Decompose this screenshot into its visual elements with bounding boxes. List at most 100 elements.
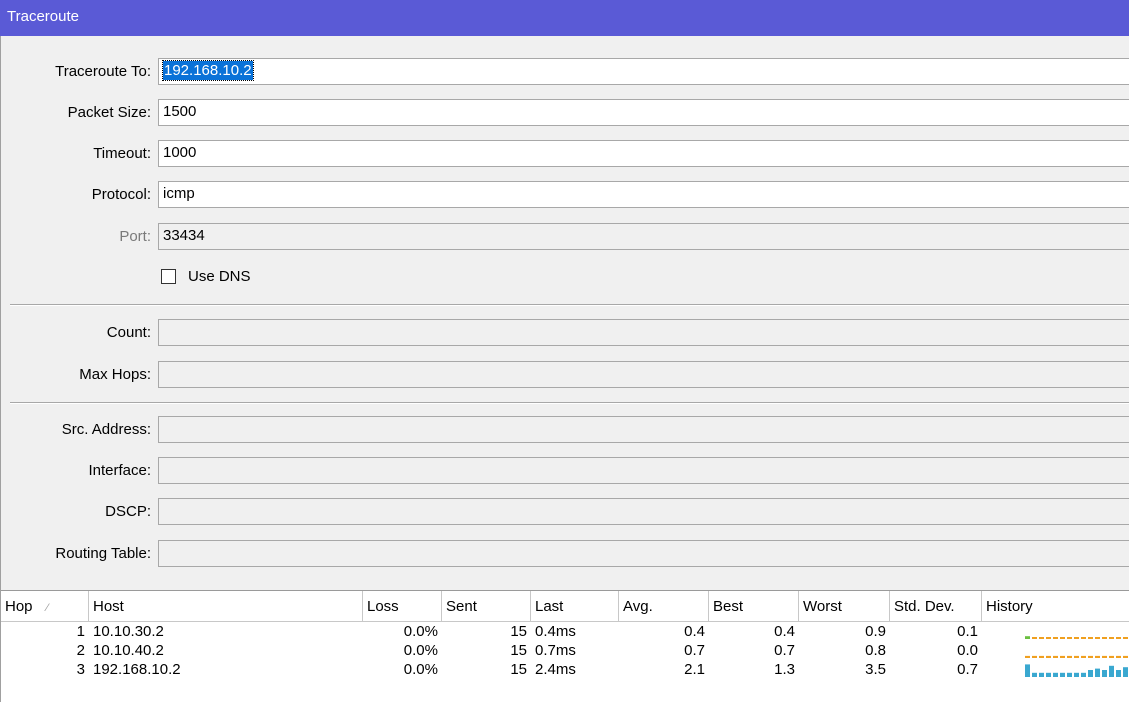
cell-hop: 2 <box>76 642 85 659</box>
dscp-input[interactable] <box>158 498 1129 525</box>
history-bar <box>1109 637 1114 639</box>
column-header-history[interactable]: History <box>982 591 1129 621</box>
window-title: Traceroute <box>7 8 79 25</box>
separator <box>10 402 1129 404</box>
history-bar <box>1032 672 1037 677</box>
table-header: Hop ⁄ Host Loss Sent Last Avg. Best Worst… <box>1 591 1129 622</box>
dscp-label: DSCP: <box>105 503 151 520</box>
cell-host: 10.10.40.2 <box>93 642 164 659</box>
history-bar <box>1123 637 1128 639</box>
cell-avg: 2.1 <box>684 661 705 678</box>
interface-input[interactable] <box>158 457 1129 484</box>
column-header-hop[interactable]: Hop ⁄ <box>1 591 89 621</box>
cell-worst: 0.9 <box>865 623 886 640</box>
port-input: 33434 <box>158 223 1129 250</box>
history-bar <box>1116 655 1121 658</box>
count-input[interactable] <box>158 319 1129 346</box>
history-bar <box>1053 672 1058 677</box>
history-sparkline <box>1025 636 1128 639</box>
use-dns-checkbox[interactable] <box>161 269 176 284</box>
column-header-best[interactable]: Best <box>709 591 799 621</box>
src-address-row: Src. Address: <box>1 416 1129 446</box>
history-bar <box>1053 637 1058 639</box>
history-bar <box>1088 655 1093 658</box>
history-bar <box>1060 637 1065 639</box>
traceroute-to-label: Traceroute To: <box>55 63 151 80</box>
cell-avg: 0.4 <box>684 623 705 640</box>
traceroute-to-input[interactable]: 192.168.10.2 <box>158 58 1129 85</box>
column-header-std-dev[interactable]: Std. Dev. <box>890 591 982 621</box>
packet-size-label: Packet Size: <box>67 104 151 121</box>
history-bar <box>1025 664 1030 677</box>
history-sparkline <box>1025 655 1128 658</box>
cell-std: 0.0 <box>957 642 978 659</box>
use-dns-label[interactable]: Use DNS <box>188 268 251 285</box>
traceroute-to-value: 192.168.10.2 <box>162 60 254 81</box>
protocol-label: Protocol: <box>91 186 151 203</box>
max-hops-label: Max Hops: <box>79 366 151 383</box>
history-bar <box>1067 637 1072 639</box>
history-bar <box>1102 670 1107 677</box>
packet-size-input[interactable]: 1500 <box>158 99 1129 126</box>
history-bar <box>1060 655 1065 658</box>
history-bar <box>1102 637 1107 639</box>
history-bar <box>1081 637 1086 639</box>
cell-sent: 15 <box>510 661 527 678</box>
history-bar <box>1074 637 1079 639</box>
table-row[interactable]: 1 10.10.30.2 0.0% 15 0.4ms 0.4 0.4 0.9 0.1 <box>1 622 1129 641</box>
history-bar <box>1109 665 1114 677</box>
cell-last: 2.4ms <box>535 661 576 678</box>
src-address-label: Src. Address: <box>61 421 151 438</box>
cell-worst: 0.8 <box>865 642 886 659</box>
history-bar <box>1032 637 1037 639</box>
history-bar <box>1081 655 1086 658</box>
cell-host: 192.168.10.2 <box>93 661 181 678</box>
max-hops-input[interactable] <box>158 361 1129 388</box>
window-title-bar[interactable]: Traceroute <box>0 0 1129 36</box>
history-bar <box>1116 670 1121 677</box>
cell-best: 0.4 <box>774 623 795 640</box>
history-bar <box>1095 655 1100 658</box>
cell-host: 10.10.30.2 <box>93 623 164 640</box>
history-bar <box>1081 672 1086 677</box>
routing-table-input[interactable] <box>158 540 1129 567</box>
history-bar <box>1053 655 1058 658</box>
history-bar <box>1088 670 1093 677</box>
history-bar <box>1039 655 1044 658</box>
table-row[interactable]: 2 10.10.40.2 0.0% 15 0.7ms 0.7 0.7 0.8 0.0 <box>1 641 1129 660</box>
cell-hop: 3 <box>76 661 85 678</box>
sort-asc-icon: ⁄ <box>46 602 49 614</box>
cell-last: 0.7ms <box>535 642 576 659</box>
separator <box>10 304 1129 306</box>
column-header-worst[interactable]: Worst <box>799 591 890 621</box>
cell-sent: 15 <box>510 642 527 659</box>
column-header-last[interactable]: Last <box>531 591 619 621</box>
history-bar <box>1032 655 1037 658</box>
history-bar <box>1109 655 1114 658</box>
history-bar <box>1123 667 1128 677</box>
history-bar <box>1060 672 1065 677</box>
history-bar <box>1039 637 1044 639</box>
history-bar <box>1088 637 1093 639</box>
history-bar <box>1046 655 1051 658</box>
protocol-select[interactable]: icmp <box>158 181 1129 208</box>
history-bar <box>1046 637 1051 639</box>
src-address-input[interactable] <box>158 416 1129 443</box>
max-hops-row: Max Hops: <box>1 361 1129 391</box>
column-header-host[interactable]: Host <box>89 591 363 621</box>
timeout-row: Timeout: 1000 <box>1 140 1129 170</box>
timeout-input[interactable]: 1000 <box>158 140 1129 167</box>
column-header-loss[interactable]: Loss <box>363 591 442 621</box>
table-row[interactable]: 3 192.168.10.2 0.0% 15 2.4ms 2.1 1.3 3.5 0.7 <box>1 660 1129 679</box>
history-bar <box>1102 655 1107 658</box>
history-sparkline <box>1025 664 1128 677</box>
port-label: Port: <box>119 228 151 245</box>
column-header-sent[interactable]: Sent <box>442 591 531 621</box>
count-row: Count: <box>1 319 1129 349</box>
count-label: Count: <box>106 324 151 341</box>
port-row: Port: 33434 <box>1 223 1129 253</box>
column-header-avg[interactable]: Avg. <box>619 591 709 621</box>
traceroute-window: Traceroute To: 192.168.10.2 Packet Size:… <box>0 36 1129 703</box>
interface-row: Interface: <box>1 457 1129 487</box>
cell-worst: 3.5 <box>865 661 886 678</box>
